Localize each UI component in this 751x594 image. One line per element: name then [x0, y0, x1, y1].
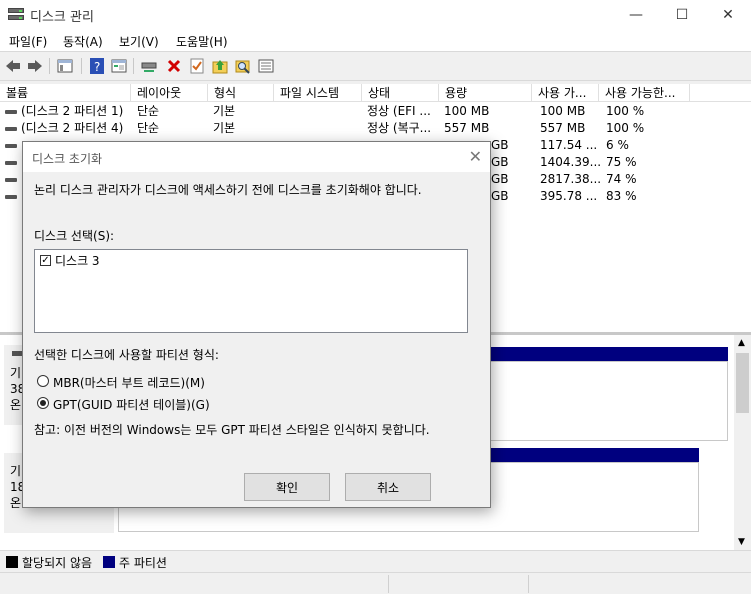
cell-free-space: 1404.39... [540, 155, 602, 169]
volume-icon [5, 127, 17, 131]
legend-primary-label: 주 파티션 [119, 556, 167, 570]
search-icon[interactable] [233, 57, 253, 75]
volume-table-header: 볼륨 레이아웃 형식 파일 시스템 상태 용량 사용 가... 사용 가능한..… [0, 84, 751, 102]
volume-icon [5, 195, 17, 199]
volume-icon [5, 110, 17, 114]
column-header-layout[interactable]: 레이아웃 [131, 84, 208, 102]
cell-volume: (디스크 2 파티션 4) [21, 121, 124, 135]
cell-layout: 단순 [137, 104, 160, 118]
menu-file[interactable]: 파일(F) [9, 33, 47, 50]
cell-free-space: 395.78 ... [540, 189, 598, 203]
cell-layout: 단순 [137, 121, 160, 135]
connect-icon[interactable] [139, 57, 159, 75]
cell-free-space: 117.54 ... [540, 138, 598, 152]
maximize-button[interactable]: ☐ [659, 0, 705, 30]
gpt-radio-label[interactable]: GPT(GUID 파티션 테이블)(G) [53, 396, 210, 413]
window-title: 디스크 관리 [30, 10, 94, 25]
dialog-intro-text: 논리 디스크 관리자가 디스크에 액세스하기 전에 디스크를 초기화해야 합니다… [34, 183, 422, 197]
cell-percent-free: 83 % [606, 189, 637, 203]
title-bar: 디스크 관리 — ☐ ✕ [0, 0, 751, 30]
disk-3-label[interactable]: 디스크 3 [55, 252, 100, 269]
partition-bar [490, 448, 699, 462]
checklist-icon[interactable] [187, 57, 207, 75]
back-arrow-icon[interactable] [3, 57, 23, 75]
cell-free-space: 2817.38... [540, 172, 602, 186]
disk-management-icon [8, 8, 24, 22]
scroll-down-icon[interactable]: ▼ [738, 537, 745, 547]
ok-button[interactable]: 확인 [244, 473, 330, 501]
list-icon[interactable] [256, 57, 276, 75]
cell-capacity: GB [491, 138, 509, 152]
cell-percent-free: 74 % [606, 172, 637, 186]
cell-capacity: GB [491, 155, 509, 169]
column-header-free-space[interactable]: 사용 가... [532, 84, 599, 102]
dialog-title-bar: 디스크 초기화 ✕ [23, 142, 490, 172]
delete-icon[interactable] [164, 57, 184, 75]
cell-free-space: 557 MB [540, 121, 586, 135]
status-cell [528, 575, 668, 593]
compatibility-note: 참고: 이전 버전의 Windows는 모두 GPT 파티션 스타일은 인식하지… [34, 423, 430, 437]
svg-text:?: ? [94, 60, 100, 74]
initialize-disk-dialog: 디스크 초기화 ✕ 논리 디스크 관리자가 디스크에 액세스하기 전에 디스크를… [22, 141, 491, 508]
cell-status: 정상 (복구... [367, 121, 432, 135]
cell-capacity: 557 MB [444, 121, 490, 135]
partition-area[interactable] [490, 361, 728, 441]
column-header-type[interactable]: 형식 [208, 84, 274, 102]
cell-percent-free: 100 % [606, 104, 645, 118]
scrollbar-thumb[interactable] [736, 353, 749, 413]
disk-select-list[interactable]: ✓ 디스크 3 [34, 249, 468, 333]
volume-icon [5, 144, 17, 148]
column-header-volume[interactable]: 볼륨 [0, 84, 131, 102]
cancel-button[interactable]: 취소 [345, 473, 431, 501]
cell-capacity: 100 MB [444, 104, 490, 118]
properties-icon[interactable] [109, 57, 129, 75]
menu-view[interactable]: 보기(V) [119, 33, 159, 50]
disk-select-label: 디스크 선택(S): [34, 229, 115, 243]
legend-bar: 할당되지 않음 주 파티션 [0, 550, 751, 572]
primary-swatch [103, 556, 115, 568]
help-icon[interactable]: ? [87, 57, 107, 75]
legend-unallocated-label: 할당되지 않음 [22, 556, 93, 570]
cell-type: 기본 [213, 104, 236, 118]
cell-percent-free: 6 % [606, 138, 629, 152]
cell-capacity: GB [491, 189, 509, 203]
cell-volume: (디스크 2 파티션 1) [21, 104, 124, 118]
column-header-percent-free[interactable]: 사용 가능한... [599, 84, 690, 102]
table-row[interactable]: (디스크 2 파티션 4) 단순 기본 정상 (복구... 557 MB 557… [0, 120, 751, 137]
up-folder-icon[interactable] [210, 57, 230, 75]
minimize-button[interactable]: — [613, 0, 659, 30]
column-header-capacity[interactable]: 용량 [439, 84, 532, 102]
column-header-filesystem[interactable]: 파일 시스템 [274, 84, 362, 102]
scroll-up-icon[interactable]: ▲ [738, 338, 745, 348]
menu-help[interactable]: 도움말(H) [176, 33, 228, 50]
disk-3-checkbox[interactable]: ✓ [40, 255, 51, 266]
mbr-radio-label[interactable]: MBR(마스터 부트 레코드)(M) [53, 374, 205, 391]
cell-type: 기본 [213, 121, 236, 135]
cell-capacity: GB [491, 172, 509, 186]
close-button[interactable]: ✕ [705, 0, 751, 30]
vertical-scrollbar[interactable]: ▲ ▼ [734, 335, 751, 550]
menu-action[interactable]: 동작(A) [63, 33, 103, 50]
toolbar: ? [0, 53, 751, 81]
mbr-radio[interactable] [37, 375, 49, 387]
partition-bar [490, 347, 728, 361]
status-cell [388, 575, 528, 593]
status-bar [0, 572, 751, 594]
cell-percent-free: 75 % [606, 155, 637, 169]
cell-status: 정상 (EFI ... [367, 104, 431, 118]
gpt-radio[interactable] [37, 397, 49, 409]
cell-free-space: 100 MB [540, 104, 586, 118]
volume-icon [5, 178, 17, 182]
dialog-title: 디스크 초기화 [32, 152, 103, 166]
forward-arrow-icon[interactable] [25, 57, 45, 75]
dialog-close-icon[interactable]: ✕ [469, 147, 482, 166]
cell-percent-free: 100 % [606, 121, 645, 135]
show-hide-console-tree-icon[interactable] [55, 57, 75, 75]
volume-icon [5, 161, 17, 165]
unallocated-swatch [6, 556, 18, 568]
column-header-status[interactable]: 상태 [362, 84, 439, 102]
partition-style-label: 선택한 디스크에 사용할 파티션 형식: [34, 348, 219, 362]
menu-bar: 파일(F) 동작(A) 보기(V) 도움말(H) [0, 30, 751, 52]
table-row[interactable]: (디스크 2 파티션 1) 단순 기본 정상 (EFI ... 100 MB 1… [0, 103, 751, 120]
